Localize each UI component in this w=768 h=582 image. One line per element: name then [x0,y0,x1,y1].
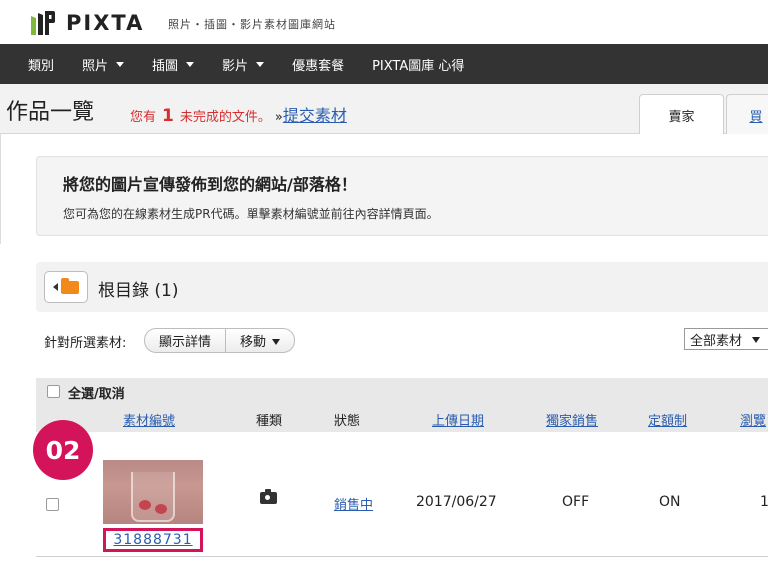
column-id[interactable]: 素材編號 [123,410,175,429]
notice-suffix: 未完成的文件。 [179,110,271,125]
column-exclusive[interactable]: 獨家銷售 [546,410,598,429]
directory-label: 根目錄 (1) [98,281,179,301]
promo-box: 將您的圖片宣傳發佈到您的網站/部落格！ 您可為您的在線素材生成PR代碼。單擊素材… [36,156,768,236]
move-label: 移動 [240,335,267,350]
promo-subtitle: 您可為您的在線素材生成PR代碼。單擊素材編號並前往內容詳情頁面。 [63,207,439,221]
material-filter-select[interactable]: 全部素材 [684,328,768,350]
select-all-label: 全選/取消 [68,387,125,402]
back-arrow-icon [53,283,58,291]
show-details-button[interactable]: 顯示詳情 [145,329,225,352]
column-upload-date[interactable]: 上傳日期 [432,410,484,429]
material-id-link[interactable]: 31888731 [103,528,203,552]
caret-down-icon [272,339,281,345]
promo-title: 將您的圖片宣傳發佈到您的網站/部落格！ [63,175,357,194]
material-thumbnail[interactable] [103,460,203,524]
row-checkbox[interactable] [46,498,59,511]
move-button[interactable]: 移動 [225,329,294,352]
nav-item-label: 類別 [28,58,55,74]
upload-date-value: 2017/06/27 [416,494,497,510]
notice-arrow: » [274,110,283,125]
berry-image-shape [155,504,167,514]
nav-item-illustrations[interactable]: 插圖 [138,44,208,84]
nav-item-label: 影片 [222,58,249,74]
show-details-label: 顯示詳情 [159,335,212,350]
tab-seller[interactable]: 賣家 [639,94,724,135]
fixed-price-value: ON [659,494,681,510]
camera-icon [260,489,277,504]
submit-materials-link[interactable]: 提交素材 [283,106,347,125]
nav-item-plans[interactable]: 優惠套餐 [278,44,358,84]
material-filter-value: 全部素材 [690,333,743,349]
nav-item-label: PIXTA圖庫 心得 [372,58,465,74]
column-fixed-price[interactable]: 定額制 [648,410,687,429]
bulk-action-buttons: 顯示詳情 移動 [144,328,296,353]
nav-item-label: 優惠套餐 [292,58,345,74]
caret-down-icon [116,61,125,67]
nav-item-videos[interactable]: 影片 [208,44,278,84]
pixta-logo-icon [31,11,55,35]
folder-back-button[interactable] [44,271,88,303]
nav-item-reviews[interactable]: PIXTA圖庫 心得 [358,44,478,84]
tab-buyer[interactable]: 買 [726,94,768,135]
page-title: 作品一覽 [6,100,95,125]
main-nav: 類別 照片 插圖 影片 優惠套餐 PIXTA圖庫 心得 [0,44,768,84]
table-header: 全選/取消 素材編號 種類 狀態 上傳日期 獨家銷售 定額制 瀏覽 [36,378,768,432]
step-badge: 02 [33,420,93,480]
nav-item-label: 照片 [82,58,109,74]
select-all-checkbox[interactable] [47,385,60,398]
berry-image-shape [139,500,151,510]
folder-icon [61,277,79,294]
status-link[interactable]: 銷售中 [334,494,373,513]
caret-down-icon [256,61,265,67]
incomplete-notice: 您有 1 未完成的文件。 »提交素材 [130,102,347,126]
caret-down-icon [186,61,195,67]
column-views[interactable]: 瀏覽 [740,410,766,429]
exclusive-value: OFF [562,494,590,510]
nav-item-categories[interactable]: 類別 [0,44,68,84]
nav-item-photos[interactable]: 照片 [68,44,138,84]
site-tagline: 照片・插圖・影片素材圖庫網站 [168,18,336,31]
views-value: 1 [760,494,768,510]
directory-bar: 根目錄 (1) [36,262,768,312]
logo-wordmark: PIXTA [66,11,145,35]
nav-item-label: 插圖 [152,58,179,74]
column-status: 狀態 [334,414,361,429]
left-divider [0,134,1,244]
glass-image-shape [131,472,175,522]
column-type: 種類 [256,414,283,429]
bulk-action-row: 針對所選素材: 顯示詳情 移動 全部素材 [36,326,768,356]
title-bar: 作品一覽 您有 1 未完成的文件。 »提交素材 賣家 買 [0,84,768,135]
main-content: 將您的圖片宣傳發佈到您的網站/部落格！ 您可為您的在線素材生成PR代碼。單擊素材… [0,134,768,582]
bulk-action-label: 針對所選素材: [44,336,127,351]
notice-count: 1 [162,106,174,126]
table-row: 31888731 銷售中 2017/06/27 OFF ON 1 [36,432,768,557]
caret-down-icon [752,337,761,343]
notice-prefix: 您有 [130,110,157,125]
site-header: PIXTA 照片・插圖・影片素材圖庫網站 [0,0,768,44]
pixta-logo[interactable]: PIXTA [28,9,144,37]
